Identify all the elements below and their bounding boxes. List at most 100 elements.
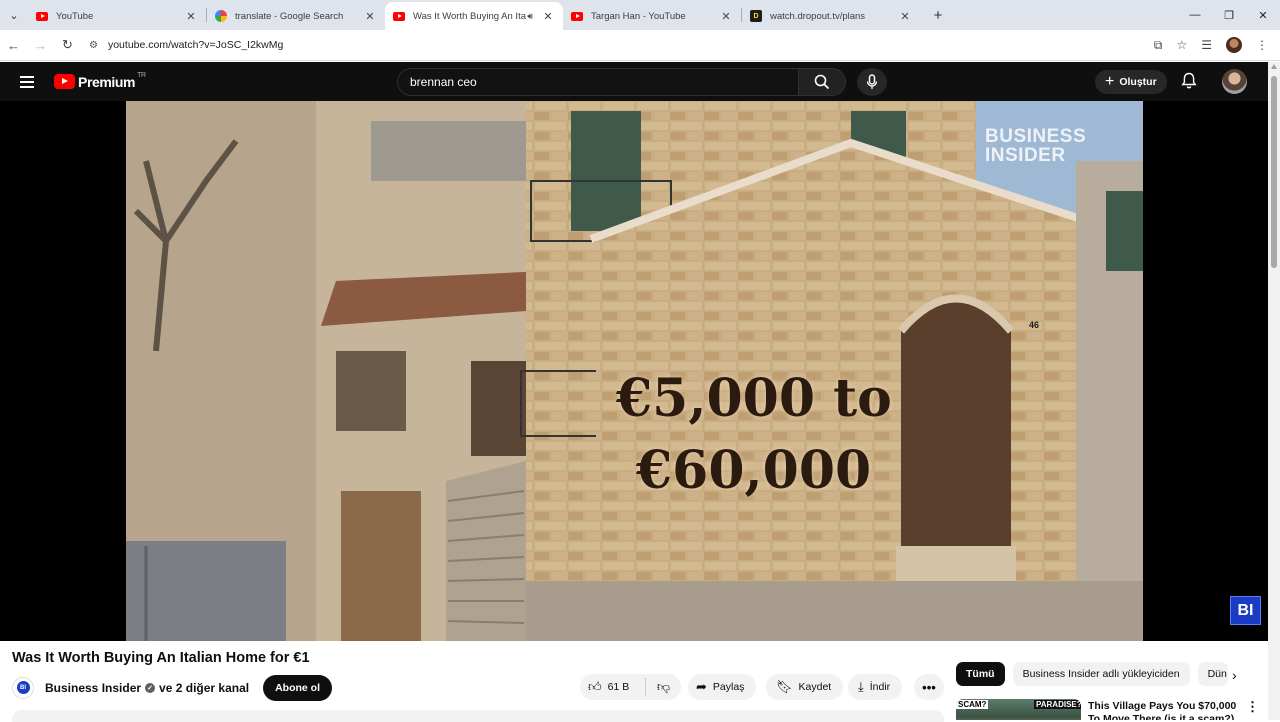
channel-name-link[interactable]: Business Insider ✓	[45, 681, 159, 695]
save-label: Kaydet	[798, 681, 832, 693]
like-dislike-group: 👍︎ 61 B 👎︎	[580, 674, 681, 700]
recommended-video[interactable]: SCAM? PARADISE? This Village Pays You $7…	[956, 699, 1268, 720]
bi-channel-badge[interactable]: BI	[1230, 596, 1261, 625]
thumbs-down-icon: 👎︎	[656, 679, 671, 694]
account-avatar[interactable]	[1222, 69, 1247, 94]
dislike-button[interactable]: 👎︎	[646, 679, 681, 695]
close-tab-icon[interactable]: ✕	[363, 10, 377, 23]
share-button[interactable]: ➦ Paylaş	[688, 674, 757, 700]
watermark-line-1: BUSINESS	[985, 126, 1087, 147]
address-bar[interactable]: ⚙ youtube.com/watch?v=JoSC_I2kwMg	[81, 34, 1154, 56]
save-button[interactable]: 🔖︎ Kaydet	[766, 674, 844, 700]
tab-title: Was It Worth Buying An Ita	[413, 10, 526, 22]
recommended-title[interactable]: This Village Pays You $70,000 To Move Th…	[1088, 700, 1243, 720]
browser-tab-strip: ⌄ YouTube ✕ translate - Google Search ✕ …	[0, 0, 1280, 30]
browser-tab-current-video[interactable]: Was It Worth Buying An Ita 🔊︎ ✕	[385, 2, 563, 30]
price-line-1: €5,000 to	[616, 368, 892, 429]
download-button[interactable]: ⤓ İndir	[848, 674, 903, 700]
thumb-label-2: PARADISE?	[1034, 700, 1081, 709]
video-title: Was It Worth Buying An Italian Home for …	[12, 650, 310, 666]
channel-avatar[interactable]: BI	[12, 676, 34, 699]
youtube-header: Premium TR brennan ceo + Oluştur	[0, 62, 1268, 101]
dropout-icon: D	[750, 10, 762, 22]
chip-from-uploader[interactable]: Business Insider adlı yükleyiciden	[1012, 662, 1190, 686]
create-label: Oluştur	[1119, 76, 1157, 88]
verified-check-icon: ✓	[145, 682, 156, 693]
price-line-2: €60,000	[636, 440, 872, 501]
bookmark-star-icon[interactable]: ☆	[1176, 38, 1187, 52]
youtube-icon	[571, 11, 583, 21]
media-queue-icon[interactable]: ☰	[1201, 38, 1212, 52]
bookmark-icon: 🔖︎	[776, 679, 793, 694]
description-box[interactable]	[12, 710, 944, 722]
plus-icon: +	[1105, 73, 1115, 90]
channel-row: BI Business Insider ✓ ve 2 diğer kanal A…	[12, 674, 333, 701]
thumbs-up-icon: 👍︎	[588, 679, 602, 694]
new-tab-plus-icon[interactable]: +	[926, 7, 950, 24]
like-button[interactable]: 👍︎ 61 B	[580, 678, 646, 696]
cast-icon[interactable]: ⧉	[1154, 38, 1163, 53]
notifications-bell-icon[interactable]	[1181, 72, 1197, 95]
create-button[interactable]: + Oluştur	[1095, 70, 1167, 94]
video-frame[interactable]: BUSINESS INSIDER 46 €5,000 to €60,000	[126, 101, 1143, 641]
search-bar: brennan ceo	[397, 68, 846, 96]
browser-tab-google-search[interactable]: translate - Google Search ✕	[207, 2, 385, 30]
tab-title: watch.dropout.tv/plans	[770, 10, 866, 22]
download-label: İndir	[869, 681, 891, 693]
recommendation-chips: Tümü Business Insider adlı yükleyiciden …	[956, 662, 1228, 686]
kebab-menu-icon[interactable]: ⋮	[1246, 699, 1259, 715]
minimize-icon[interactable]: —	[1178, 9, 1212, 22]
search-input[interactable]: brennan ceo	[397, 68, 798, 96]
site-info-icon[interactable]: ⚙	[89, 40, 98, 51]
youtube-icon	[393, 11, 405, 21]
page-scrollbar[interactable]	[1268, 62, 1280, 720]
like-count: 61 B	[607, 681, 630, 693]
youtube-premium-logo[interactable]: Premium TR	[54, 72, 146, 90]
watermark-line-2: INSIDER	[985, 145, 1066, 166]
restore-icon[interactable]: ❐	[1212, 9, 1246, 22]
voice-search-button[interactable]	[857, 68, 887, 96]
youtube-logo-icon	[54, 74, 75, 89]
video-player[interactable]: BUSINESS INSIDER 46 €5,000 to €60,000 BI	[0, 101, 1268, 641]
google-icon	[215, 10, 227, 22]
channel-avatar-text: BI	[16, 681, 30, 694]
thumb-label-1: SCAM?	[956, 700, 989, 709]
tab-search-chevron-icon[interactable]: ⌄	[0, 0, 28, 30]
region-code: TR	[137, 72, 146, 79]
browser-menu-icon[interactable]: ⋮	[1256, 38, 1268, 52]
collab-channels-link[interactable]: ve 2 diğer kanal	[159, 681, 249, 695]
chip-all[interactable]: Tümü	[956, 662, 1005, 686]
tab-title: Targan Han - YouTube	[591, 10, 686, 22]
back-arrow-icon[interactable]: ←	[0, 38, 27, 53]
profile-avatar[interactable]	[1226, 37, 1242, 53]
chevron-right-icon[interactable]: ›	[1232, 667, 1237, 683]
channel-name: Business Insider	[45, 680, 142, 695]
business-insider-watermark: BUSINESS INSIDER	[985, 127, 1086, 165]
close-tab-icon[interactable]: ✕	[898, 10, 912, 23]
close-window-icon[interactable]: ✕	[1246, 9, 1280, 22]
close-tab-icon[interactable]: ✕	[541, 10, 555, 23]
browser-tab-youtube[interactable]: YouTube ✕	[28, 2, 206, 30]
more-actions-button[interactable]: •••	[914, 674, 944, 700]
close-tab-icon[interactable]: ✕	[719, 10, 733, 23]
reload-icon[interactable]: ↻	[54, 37, 81, 53]
speaker-icon[interactable]: 🔊︎	[527, 11, 533, 22]
chip-world[interactable]: Dün	[1197, 662, 1228, 686]
youtube-icon	[36, 11, 48, 21]
window-controls: — ❐ ✕	[1178, 9, 1280, 22]
hamburger-menu-icon[interactable]	[0, 75, 54, 88]
share-label: Paylaş	[712, 681, 745, 693]
search-icon	[814, 74, 830, 90]
browser-tab-dropout[interactable]: D watch.dropout.tv/plans ✕	[742, 2, 920, 30]
browser-toolbar: ← → ↻ ⚙ youtube.com/watch?v=JoSC_I2kwMg …	[0, 30, 1280, 61]
share-arrow-icon: ➦	[696, 679, 707, 694]
scroll-up-arrow-icon[interactable]	[1271, 64, 1277, 69]
close-tab-icon[interactable]: ✕	[184, 10, 198, 23]
search-button[interactable]	[798, 68, 846, 96]
browser-tab-targan-han[interactable]: Targan Han - YouTube ✕	[563, 2, 741, 30]
recommended-thumbnail[interactable]: SCAM? PARADISE?	[956, 699, 1081, 720]
forward-arrow-icon[interactable]: →	[27, 38, 54, 53]
tab-title: YouTube	[56, 10, 94, 22]
subscribe-button[interactable]: Abone ol	[263, 674, 333, 701]
scrollbar-thumb[interactable]	[1271, 76, 1277, 268]
